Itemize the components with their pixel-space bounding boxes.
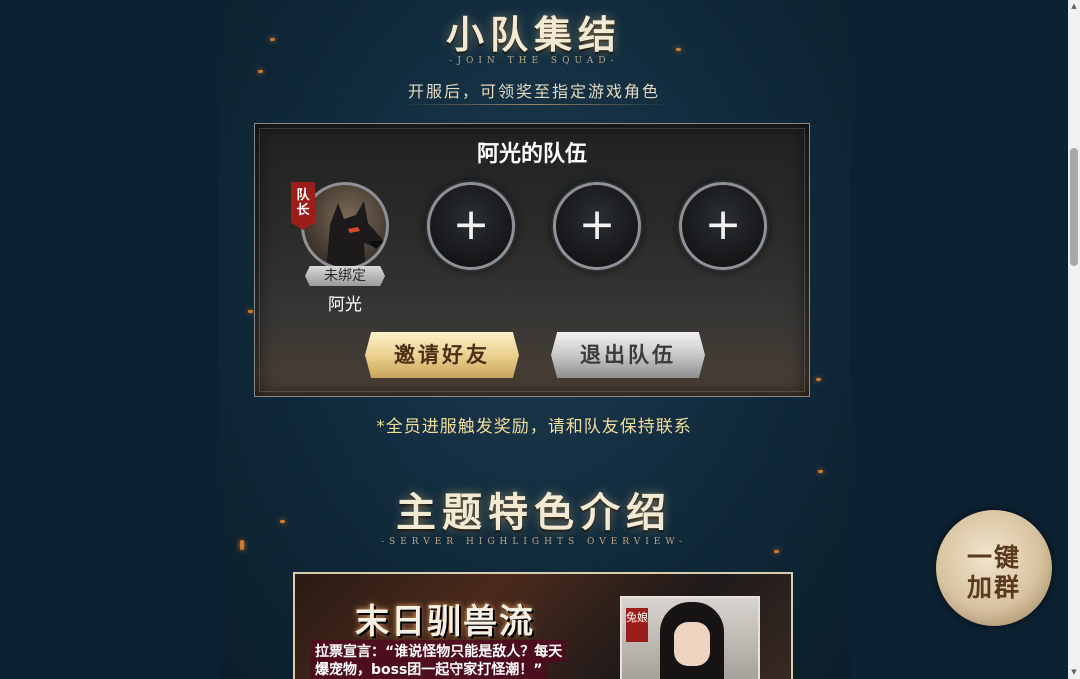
squad-panel: 阿光的队伍 队长 未绑定 阿光 + + + 邀请好友 退出队伍: [254, 123, 810, 397]
squad-description: 开服后，可领奖至指定游戏角色: [407, 82, 660, 101]
scroll-down-icon[interactable]: ▼: [1070, 668, 1078, 676]
empty-slot-2[interactable]: +: [427, 182, 515, 270]
plus-icon: +: [704, 199, 742, 250]
ember-particle: [818, 470, 823, 473]
join-group-line2: 加群: [966, 573, 1021, 602]
feature-slogan-line2: 爆宠物，boss团一起守家打怪潮！”: [311, 658, 547, 679]
squad-section-title: 小队集结: [445, 12, 622, 57]
event-page: 小队集结 -JOIN THE SQUAD- 开服后，可领奖至指定游戏角色 阿光的…: [218, 0, 850, 679]
character-tag: 兔娘: [626, 608, 648, 642]
feature-card[interactable]: 末日驯兽流 拉票宣言：“谁说怪物只能是敌人？每天 爆宠物，boss团一起守家打怪…: [293, 572, 793, 679]
quit-team-button[interactable]: 退出队伍: [551, 332, 705, 378]
ember-particle: [774, 550, 779, 553]
ember-particle: [816, 378, 821, 381]
member-name: 阿光: [328, 295, 362, 315]
invite-friend-button[interactable]: 邀请好友: [365, 332, 519, 378]
feature-card-title: 末日驯兽流: [355, 602, 535, 642]
squad-section-subtitle: -JOIN THE SQUAD-: [449, 56, 619, 66]
character-photo: 兔娘: [620, 596, 760, 679]
plus-icon: +: [452, 199, 490, 250]
ember-particle: [248, 310, 253, 313]
team-name: 阿光的队伍: [476, 142, 587, 167]
plus-icon: +: [578, 199, 616, 250]
wolf-avatar-icon: [326, 201, 384, 267]
ember-particle: [258, 70, 263, 73]
features-section-title: 主题特色介绍: [396, 489, 672, 536]
scroll-up-icon[interactable]: ▲: [1070, 2, 1078, 10]
scrollbar[interactable]: ▲ ▼: [1068, 0, 1080, 679]
reward-note: *全员进服触发奖励，请和队友保持联系: [376, 417, 692, 437]
scrollbar-thumb[interactable]: [1070, 148, 1078, 266]
bind-status-badge: 未绑定: [305, 266, 385, 286]
join-group-button[interactable]: 一键 加群: [936, 510, 1052, 626]
leader-tag: 队长: [291, 182, 315, 230]
empty-slot-4[interactable]: +: [679, 182, 767, 270]
features-section-subtitle: -SERVER HIGHLIGHTS OVERVIEW-: [381, 537, 687, 547]
divider: [398, 104, 670, 105]
empty-slot-3[interactable]: +: [553, 182, 641, 270]
